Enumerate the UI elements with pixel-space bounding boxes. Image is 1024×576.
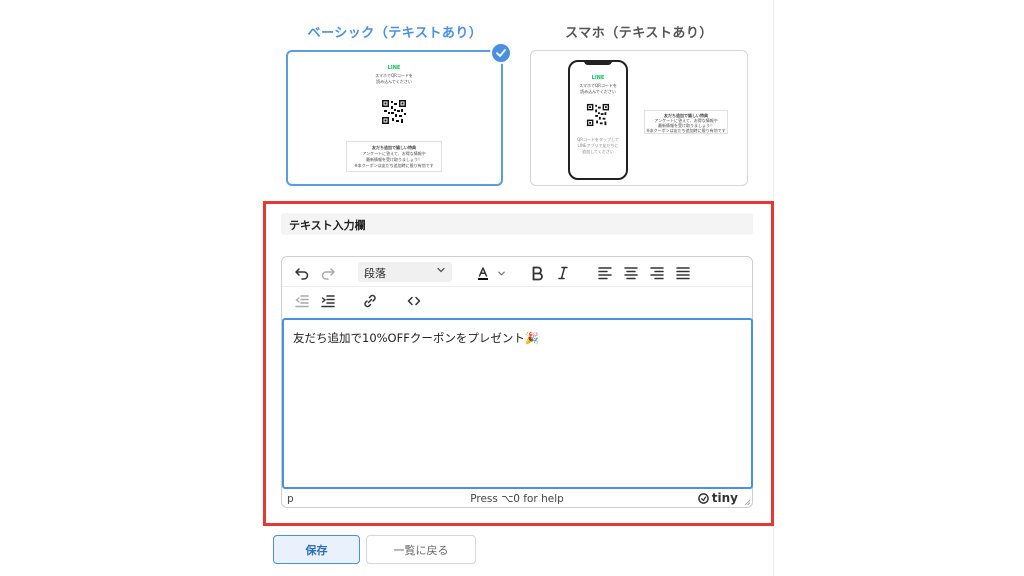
resize-handle-icon[interactable] [744,499,750,505]
block-format-select[interactable]: 段落 [358,262,452,282]
align-left-icon[interactable] [596,262,614,284]
preview-box-line: ※本クーポンは友だち追加時に限り有効です [646,128,726,133]
qr-code-icon [586,103,610,127]
preview-box-title: 友だち追加で嬉しい特典 [372,145,416,150]
undo-icon[interactable] [292,262,312,284]
editor-content-area[interactable]: 友だち追加で10%OFFクーポンをプレゼント🎉 [282,318,753,489]
preview-box-line: 最新情報を受け取りましょう！ [366,157,422,162]
template-title-smartphone[interactable]: スマホ（テキストあり） [530,22,748,41]
italic-icon[interactable] [554,262,572,284]
chevron-down-icon [437,267,445,273]
editor-content-text: 友だち追加で10%OFFクーポンをプレゼント🎉 [293,331,540,345]
source-code-icon[interactable] [404,290,424,312]
align-justify-icon[interactable] [674,262,692,284]
save-button[interactable]: 保存 [273,535,360,564]
editor-status-bar: p Press ⌥0 for help tiny [282,490,752,507]
preview-text-line: 読み込んでください [580,89,616,94]
toolbar-row-2 [282,288,752,318]
selected-check-icon [490,42,512,64]
redo-icon[interactable] [318,262,338,284]
back-to-list-button[interactable]: 一覧に戻る [366,535,476,564]
preview-box-line: ※本クーポンは友だち追加時に限り有効です [354,163,434,168]
preview-line-brand: LINE [591,75,605,81]
preview-text-line: スマホでQRコードを [579,83,617,88]
block-format-value: 段落 [364,267,386,280]
indent-icon[interactable] [318,290,338,312]
bold-icon[interactable] [528,262,546,284]
preview-phone-line: LINEアプリで友だちに [577,143,619,148]
field-label: テキスト入力欄 [281,213,753,235]
tiny-logo-icon [697,492,709,504]
phone-notch [584,60,612,65]
text-color-chevron-icon[interactable] [495,262,507,284]
preview-text-line: スマホでQRコードを [375,73,413,78]
preview-text-line: 読み込んでください [376,79,412,84]
tiny-brand[interactable]: tiny [697,491,738,505]
align-center-icon[interactable] [622,262,640,284]
preview-line-brand: LINE [387,65,401,71]
preview-phone-line: QRコードをタップして [577,137,619,142]
preview-phone-line: 追加してください [582,149,614,154]
preview-box-line: アンケートに答えて、お得な情報や [362,151,426,156]
qr-code-icon [381,99,407,125]
tiny-brand-label: tiny [711,491,738,505]
help-hint: Press ⌥0 for help [470,493,564,505]
template-title-basic[interactable]: ベーシック（テキストあり） [286,22,504,41]
align-right-icon[interactable] [648,262,666,284]
text-color-icon[interactable] [474,262,492,284]
outdent-icon[interactable] [292,290,312,312]
link-icon[interactable] [360,290,380,312]
